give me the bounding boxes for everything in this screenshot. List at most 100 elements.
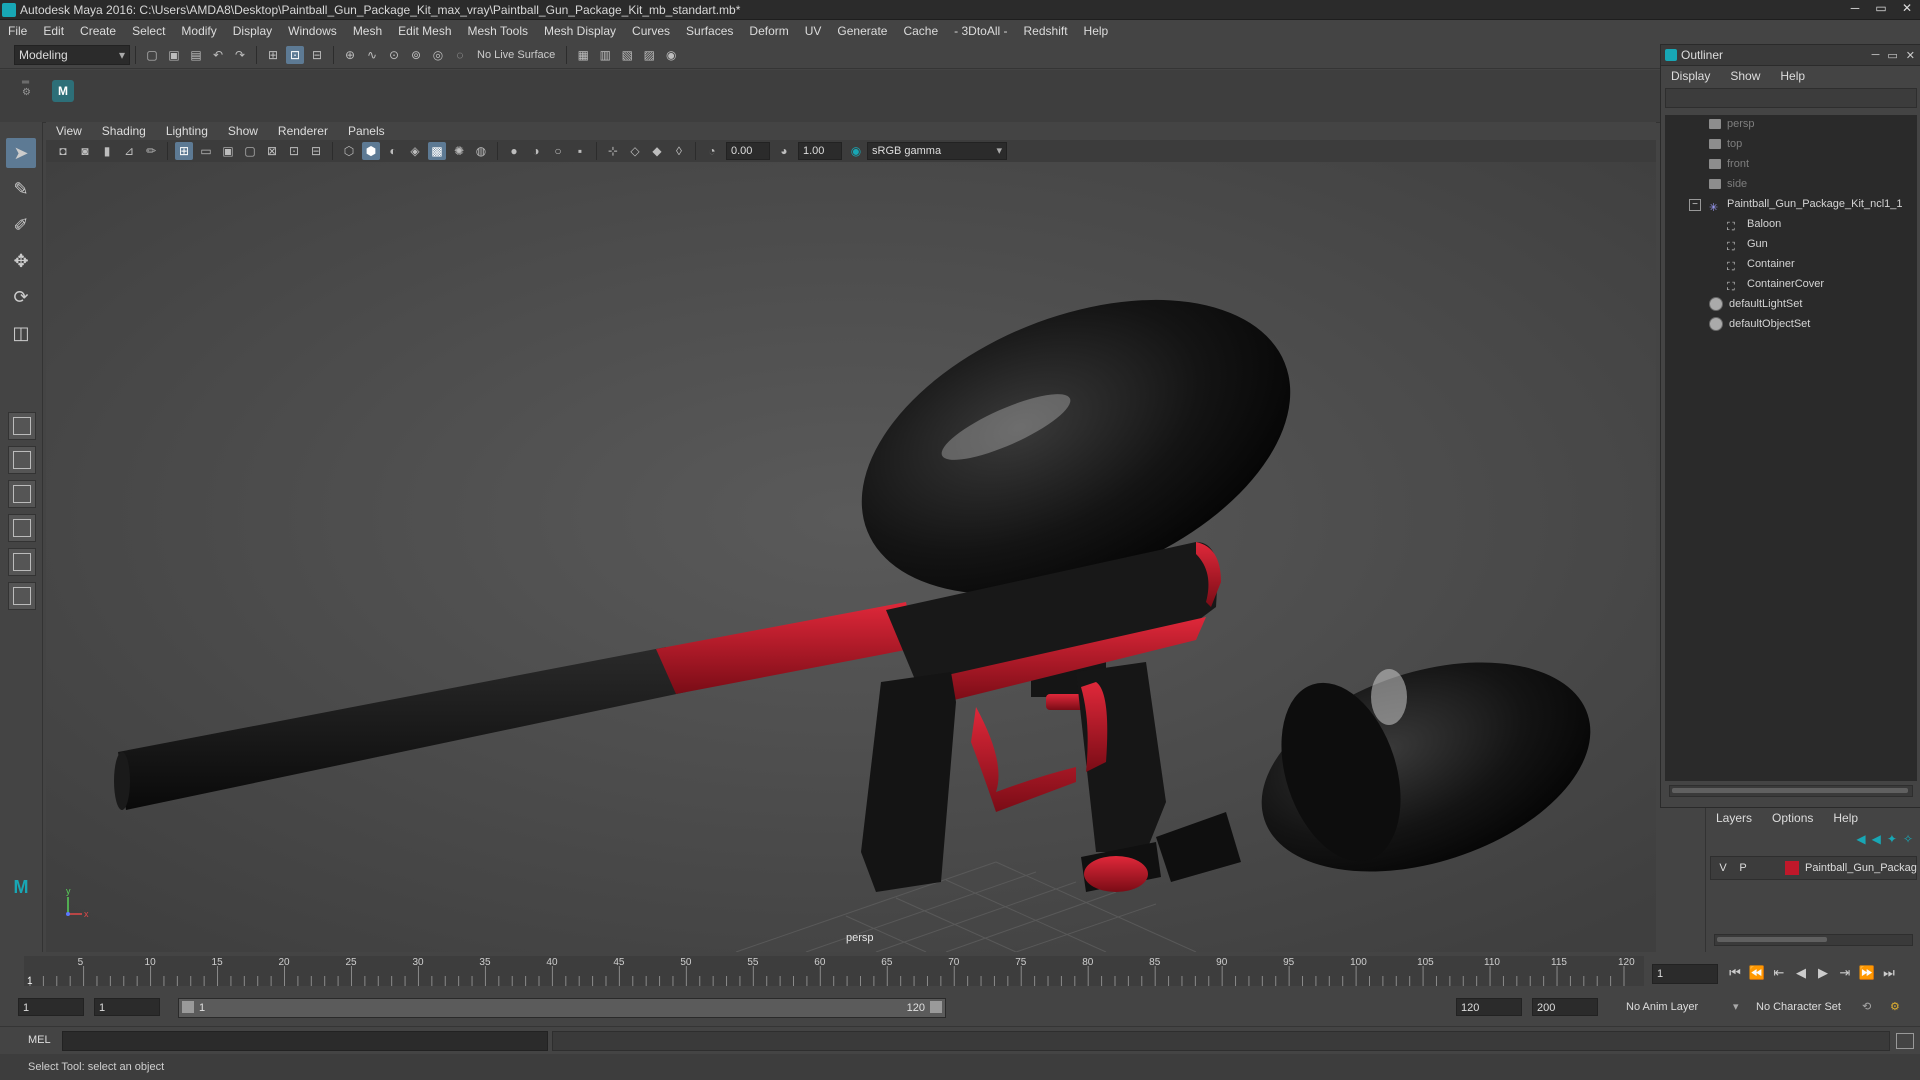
menu-uv[interactable]: UV — [797, 20, 830, 42]
resolution-gate-icon[interactable]: ▣ — [219, 142, 237, 160]
menu-select[interactable]: Select — [124, 20, 173, 42]
menu-file[interactable]: File — [0, 20, 35, 42]
motion-blur-icon[interactable]: ◑ — [527, 142, 545, 160]
new-scene-icon[interactable]: ▢ — [143, 46, 161, 64]
redo-icon[interactable]: ↷ — [231, 46, 249, 64]
gamma-field[interactable]: 1.00 — [798, 142, 842, 160]
move-tool-icon[interactable]: ✥ — [6, 246, 36, 276]
menu-edit-mesh[interactable]: Edit Mesh — [390, 20, 459, 42]
isolate-select-icon[interactable]: ⊹ — [604, 142, 622, 160]
ipr-render-icon[interactable]: ▧ — [618, 46, 636, 64]
safe-title-icon[interactable]: ⊟ — [307, 142, 325, 160]
xray-icon[interactable]: ◇ — [626, 142, 644, 160]
outliner-horizontal-scrollbar[interactable] — [1669, 785, 1913, 797]
bookmark-icon[interactable]: ▮ — [98, 142, 116, 160]
menu-mesh[interactable]: Mesh — [345, 20, 390, 42]
textured-icon[interactable]: ▩ — [428, 142, 446, 160]
time-slider[interactable]: 5 10 15 20 25 30 35 40 45 50 55 60 65 70 75 80 85 90 95 100… — [24, 956, 1644, 986]
exposure-field[interactable]: 0.00 — [726, 142, 770, 160]
anti-alias-icon[interactable]: ○ — [549, 142, 567, 160]
outliner-minimize-button[interactable]: ─ — [1872, 49, 1880, 62]
outliner-menu-show[interactable]: Show — [1720, 66, 1770, 86]
rotate-tool-icon[interactable]: ⟳ — [6, 282, 36, 312]
vp-menu-shading[interactable]: Shading — [92, 122, 156, 140]
move-layer-down-icon[interactable]: ◀ — [1872, 832, 1881, 846]
go-to-end-icon[interactable]: ⏭ — [1878, 965, 1900, 981]
current-frame-field[interactable]: 1 — [1652, 964, 1718, 984]
view-transform-dropdown[interactable]: sRGB gamma ▾ — [867, 142, 1007, 160]
wireframe-icon[interactable]: ⬡ — [340, 142, 358, 160]
layers-menu-help[interactable]: Help — [1823, 808, 1868, 828]
outliner-item-baloon[interactable]: ⛶ Baloon — [1727, 215, 1781, 233]
outliner-item-container[interactable]: ⛶ Container — [1727, 255, 1795, 273]
menu-modify[interactable]: Modify — [173, 20, 224, 42]
menu-windows[interactable]: Windows — [280, 20, 345, 42]
layer-visibility-toggle[interactable]: V — [1715, 857, 1731, 879]
menu-display[interactable]: Display — [225, 20, 280, 42]
shelf-menu-icon[interactable]: ═ ⚙ — [22, 78, 31, 98]
persp-graph-layout-icon[interactable] — [8, 514, 36, 542]
vp-menu-view[interactable]: View — [46, 122, 92, 140]
image-plane-icon[interactable]: ⊿ — [120, 142, 138, 160]
layers-menu-options[interactable]: Options — [1762, 808, 1823, 828]
use-all-lights-icon[interactable]: ✺ — [450, 142, 468, 160]
3dtoall-shelf-icon[interactable]: M — [52, 80, 74, 102]
outliner-item-top[interactable]: top — [1709, 135, 1742, 153]
range-slider[interactable]: 1 120 — [178, 998, 946, 1018]
new-layer-selected-icon[interactable]: ✧ — [1903, 832, 1913, 846]
snap-point-icon[interactable]: ⊙ — [385, 46, 403, 64]
persp-outliner-layout-icon[interactable] — [8, 480, 36, 508]
make-live-icon[interactable]: ◌ — [451, 46, 469, 64]
grease-pencil-icon[interactable]: ✏ — [142, 142, 160, 160]
step-forward-frame-icon[interactable]: ⏩ — [1856, 965, 1878, 981]
select-tool-icon[interactable]: ➤ — [6, 138, 36, 168]
render-current-icon[interactable]: ▥ — [596, 46, 614, 64]
outliner-close-button[interactable]: ✕ — [1906, 49, 1915, 62]
film-gate-icon[interactable]: ▭ — [197, 142, 215, 160]
field-chart-icon[interactable]: ⊠ — [263, 142, 281, 160]
script-editor-icon[interactable] — [1896, 1033, 1914, 1049]
maya-home-icon[interactable]: M — [6, 872, 36, 902]
range-end-handle[interactable] — [930, 1001, 942, 1013]
outliner-menu-help[interactable]: Help — [1770, 66, 1815, 86]
anim-layer-dropdown[interactable]: No Anim Layer — [1626, 998, 1698, 1016]
xray-components-icon[interactable]: ◊ — [670, 142, 688, 160]
layers-menu-layers[interactable]: Layers — [1706, 808, 1762, 828]
play-forward-icon[interactable]: ▶ — [1812, 965, 1834, 981]
select-component-icon[interactable]: ⊟ — [308, 46, 326, 64]
layer-type-toggle[interactable] — [1755, 857, 1775, 879]
perspective-viewport[interactable]: y x persp — [46, 162, 1656, 952]
single-perspective-layout-icon[interactable] — [8, 412, 36, 440]
new-layer-icon[interactable]: ✦ — [1887, 832, 1897, 846]
playback-start-field[interactable]: 1 — [94, 998, 160, 1016]
outliner-item-persp[interactable]: persp — [1709, 115, 1755, 133]
menu-set-dropdown[interactable]: Modeling ▾ — [14, 45, 130, 65]
vp-menu-lighting[interactable]: Lighting — [156, 122, 218, 140]
render-settings-icon[interactable]: ▨ — [640, 46, 658, 64]
outliner-menu-display[interactable]: Display — [1661, 66, 1720, 86]
step-back-frame-icon[interactable]: ⏪ — [1746, 965, 1768, 981]
menu-mesh-tools[interactable]: Mesh Tools — [460, 20, 536, 42]
persp-hypershade-layout-icon[interactable] — [8, 548, 36, 576]
exposure-icon[interactable]: ◔ — [703, 142, 721, 160]
maximize-button[interactable]: ▭ — [1868, 0, 1894, 18]
command-input[interactable] — [62, 1031, 548, 1051]
safe-action-icon[interactable]: ⊡ — [285, 142, 303, 160]
menu-redshift[interactable]: Redshift — [1016, 20, 1076, 42]
outliner-layout-icon[interactable] — [8, 582, 36, 610]
menu-generate[interactable]: Generate — [829, 20, 895, 42]
wireframe-on-shaded-icon[interactable]: ◈ — [406, 142, 424, 160]
minimize-button[interactable]: ─ — [1842, 0, 1868, 18]
outliner-maximize-button[interactable]: ▭ — [1887, 49, 1897, 62]
vp-menu-show[interactable]: Show — [218, 122, 268, 140]
shadows-icon[interactable]: ◍ — [472, 142, 490, 160]
menu-edit[interactable]: Edit — [35, 20, 72, 42]
character-set-dropdown[interactable]: No Character Set — [1756, 998, 1841, 1016]
outliner-item-containercover[interactable]: ⛶ ContainerCover — [1727, 275, 1824, 293]
move-layer-up-icon[interactable]: ◀ — [1856, 832, 1865, 846]
menu-create[interactable]: Create — [72, 20, 124, 42]
depth-of-field-icon[interactable]: ▪ — [571, 142, 589, 160]
outliner-item-defaultobjectset[interactable]: defaultObjectSet — [1709, 315, 1810, 333]
step-forward-key-icon[interactable]: ⇥ — [1834, 965, 1856, 981]
collapse-icon[interactable]: − — [1689, 199, 1701, 211]
